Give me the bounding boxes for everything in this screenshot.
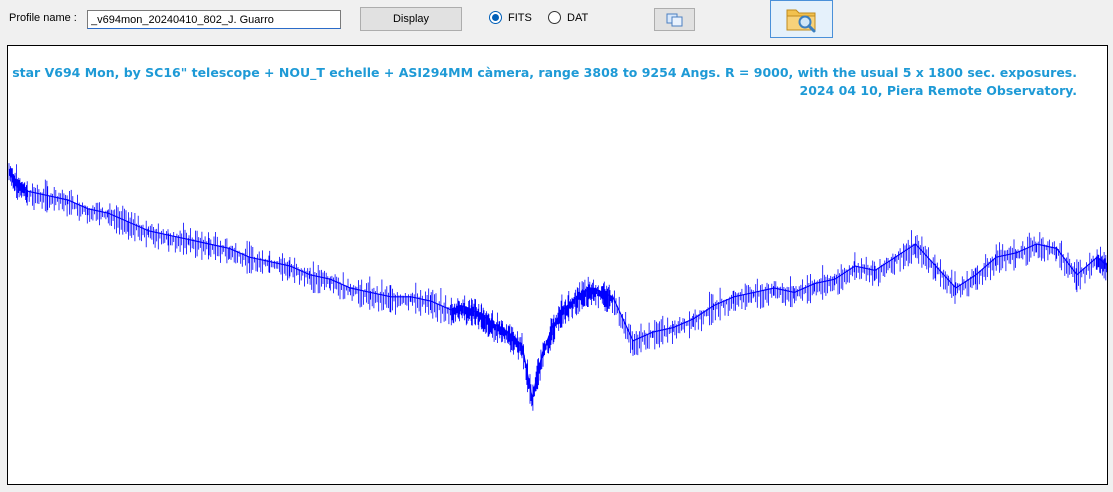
- profile-name-input[interactable]: [87, 10, 341, 29]
- spectrum-plot: [8, 163, 1107, 411]
- display-button[interactable]: Display: [360, 7, 462, 31]
- spectrum-series-line: [8, 168, 1107, 399]
- profile-name-label: Profile name :: [9, 12, 77, 24]
- fits-radio-label: FITS: [508, 12, 532, 24]
- folder-search-icon: [786, 9, 815, 33]
- dat-radio-label: DAT: [567, 12, 589, 24]
- spectrum-chart: Symbiotic star V694 Mon, by SC16" telesc…: [7, 45, 1108, 485]
- copy-button[interactable]: [654, 8, 695, 31]
- chart-subtitle: 2024 04 10, Piera Remote Observatory.: [799, 83, 1078, 98]
- fits-radio[interactable]: [489, 11, 502, 24]
- dat-radio[interactable]: [548, 11, 561, 24]
- toolbar: Profile name : Display FITS DAT: [0, 0, 1113, 44]
- spectrum-noise: [8, 163, 1107, 411]
- open-file-button[interactable]: [770, 0, 833, 38]
- copy-icon: [666, 13, 682, 26]
- chart-title: Symbiotic star V694 Mon, by SC16" telesc…: [7, 65, 1077, 80]
